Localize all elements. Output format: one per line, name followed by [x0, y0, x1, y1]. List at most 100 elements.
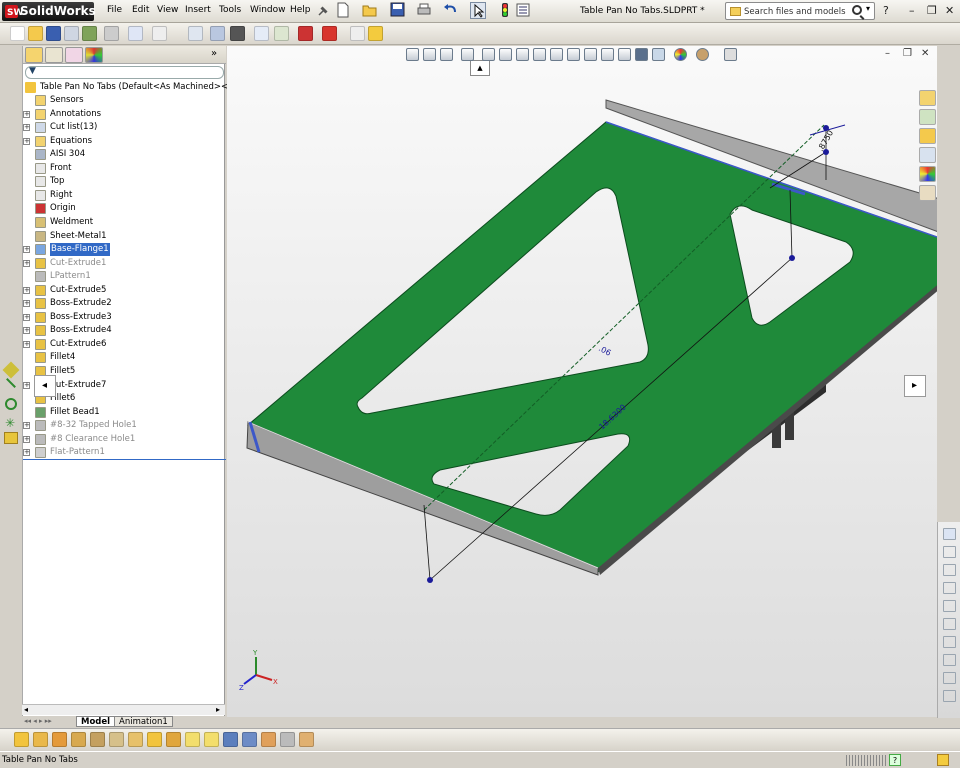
status-help-icon[interactable]: ? [889, 754, 901, 766]
tree-item[interactable]: Front [35, 162, 221, 175]
tree-item[interactable]: Fillet Bead1 [35, 406, 221, 419]
custom-properties-icon[interactable] [919, 185, 936, 201]
hidden-lines-icon[interactable] [584, 48, 597, 61]
tree-item[interactable]: Sensors [35, 94, 221, 107]
graphics-area[interactable]: 18.6300 .8750 .06 Y X Z ▲ – ❐ ✕ [227, 46, 937, 717]
jog-tool-icon[interactable] [90, 732, 105, 747]
options-icon[interactable] [515, 2, 531, 19]
flatten-icon[interactable] [223, 732, 238, 747]
tree-item[interactable]: + Flat-Pattern1 [23, 446, 221, 459]
tree-item[interactable]: + #8-32 Tapped Hole1 [23, 419, 221, 432]
view-front-icon[interactable] [499, 48, 512, 61]
hidden-removed-icon[interactable] [601, 48, 614, 61]
status-rebuild-icon[interactable] [937, 754, 949, 766]
view-palette-icon[interactable] [919, 147, 936, 163]
apply-scene-icon[interactable] [696, 48, 709, 61]
new-icon[interactable] [10, 26, 25, 41]
assembly-icon[interactable] [82, 26, 97, 41]
sm-tool-icon[interactable] [943, 636, 956, 648]
print-icon[interactable] [104, 26, 119, 41]
design-library-icon[interactable] [919, 109, 936, 125]
tree-item[interactable]: + Cut-Extrude1 [23, 257, 221, 270]
sm-tool-icon[interactable] [943, 546, 956, 558]
tree-item[interactable]: Top [35, 175, 221, 188]
rip-icon[interactable] [261, 732, 276, 747]
menu-insert[interactable]: Insert [185, 5, 211, 15]
isometric-icon[interactable] [550, 48, 563, 61]
previous-view-icon[interactable] [440, 48, 453, 61]
tree-item[interactable]: LPattern1 [35, 270, 221, 283]
sm-tool-icon[interactable] [943, 618, 956, 630]
sm-tool-icon[interactable] [943, 600, 956, 612]
miter-flange-tool-icon[interactable] [52, 732, 67, 747]
tree-item[interactable]: + #8 Clearance Hole1 [23, 433, 221, 446]
fold-icon[interactable] [204, 732, 219, 747]
expand-toggle-icon[interactable]: + [23, 259, 30, 267]
select-filter-icon[interactable] [210, 26, 225, 41]
solidworks-resources-icon[interactable] [919, 90, 936, 106]
edge-flange-tool-icon[interactable] [33, 732, 48, 747]
tree-item[interactable]: + Base-Flange1 [23, 243, 221, 257]
search-dropdown-icon[interactable]: ▾ [866, 4, 870, 13]
tree-item[interactable]: Sheet-Metal1 [35, 230, 221, 243]
pin-icon[interactable] [316, 4, 332, 21]
tree-item[interactable]: + Boss-Extrude3 [23, 311, 221, 324]
search-input[interactable]: Search files and models [744, 7, 846, 17]
base-flange-tool-icon[interactable] [14, 732, 29, 747]
cross-break-icon[interactable] [128, 732, 143, 747]
wireframe-icon[interactable] [567, 48, 580, 61]
file-explorer-icon[interactable] [919, 128, 936, 144]
sm-tool-icon[interactable] [943, 528, 956, 540]
hem-tool-icon[interactable] [71, 732, 86, 747]
forming-tool-icon[interactable] [299, 732, 314, 747]
welded-corner-icon[interactable] [166, 732, 181, 747]
expand-toggle-icon[interactable]: + [23, 246, 30, 254]
smart-dimension-icon[interactable] [274, 26, 289, 41]
configuration-manager-tab[interactable] [65, 47, 83, 63]
tree-item[interactable]: Fillet4 [35, 351, 221, 364]
menu-help[interactable]: Help [290, 5, 311, 15]
options-icon[interactable] [350, 26, 365, 41]
menu-edit[interactable]: Edit [132, 5, 149, 15]
insert-bends-icon[interactable] [280, 732, 295, 747]
axis-tool-icon[interactable] [5, 398, 17, 410]
tree-item[interactable]: AISI 304 [35, 148, 221, 161]
edit-appearance-icon[interactable] [674, 48, 687, 61]
sketch-icon[interactable] [254, 26, 269, 41]
tree-root[interactable]: Table Pan No Tabs (Default<As Machined><… [25, 81, 255, 94]
expand-toggle-icon[interactable]: + [23, 286, 30, 294]
minimize-button[interactable]: – [909, 4, 915, 17]
redo-icon[interactable] [152, 26, 167, 41]
tree-filter[interactable]: ▼ [25, 66, 224, 79]
sm-tool-icon[interactable] [943, 672, 956, 684]
viewport-minimize[interactable]: – [885, 48, 890, 59]
property-manager-tab[interactable] [45, 47, 63, 63]
new-document-icon[interactable] [336, 2, 352, 19]
sketch-tool-icon[interactable] [2, 361, 20, 379]
expand-toggle-icon[interactable]: + [23, 435, 30, 443]
closed-corner-icon[interactable] [147, 732, 162, 747]
expand-toggle-icon[interactable]: + [23, 422, 30, 430]
save-icon[interactable] [390, 2, 406, 19]
view-settings-icon[interactable] [724, 48, 737, 61]
expand-toggle-icon[interactable]: + [23, 124, 30, 132]
tree-item[interactable]: + Boss-Extrude4 [23, 324, 221, 337]
select-arrow-icon[interactable] [470, 2, 486, 19]
tree-item[interactable]: Fillet6 [35, 392, 221, 405]
expand-toggle-icon[interactable]: + [23, 300, 30, 308]
traffic-light-icon[interactable] [230, 26, 245, 41]
shaded-edges-icon[interactable] [618, 48, 631, 61]
select-icon[interactable] [188, 26, 203, 41]
save-icon[interactable] [46, 26, 61, 41]
view-orientation-icon[interactable] [482, 48, 495, 61]
print-icon[interactable] [416, 2, 432, 19]
panel-expand-button[interactable]: » [211, 48, 217, 59]
toolbox-icon[interactable] [298, 26, 313, 41]
tab-animation[interactable]: Animation1 [114, 716, 173, 727]
sheet-icon[interactable] [64, 26, 79, 41]
expand-toggle-icon[interactable]: + [23, 327, 30, 335]
tree-item[interactable]: Weldment [35, 216, 221, 229]
no-bends-icon[interactable] [242, 732, 257, 747]
menu-tools[interactable]: Tools [219, 5, 241, 15]
undo-icon[interactable] [128, 26, 143, 41]
